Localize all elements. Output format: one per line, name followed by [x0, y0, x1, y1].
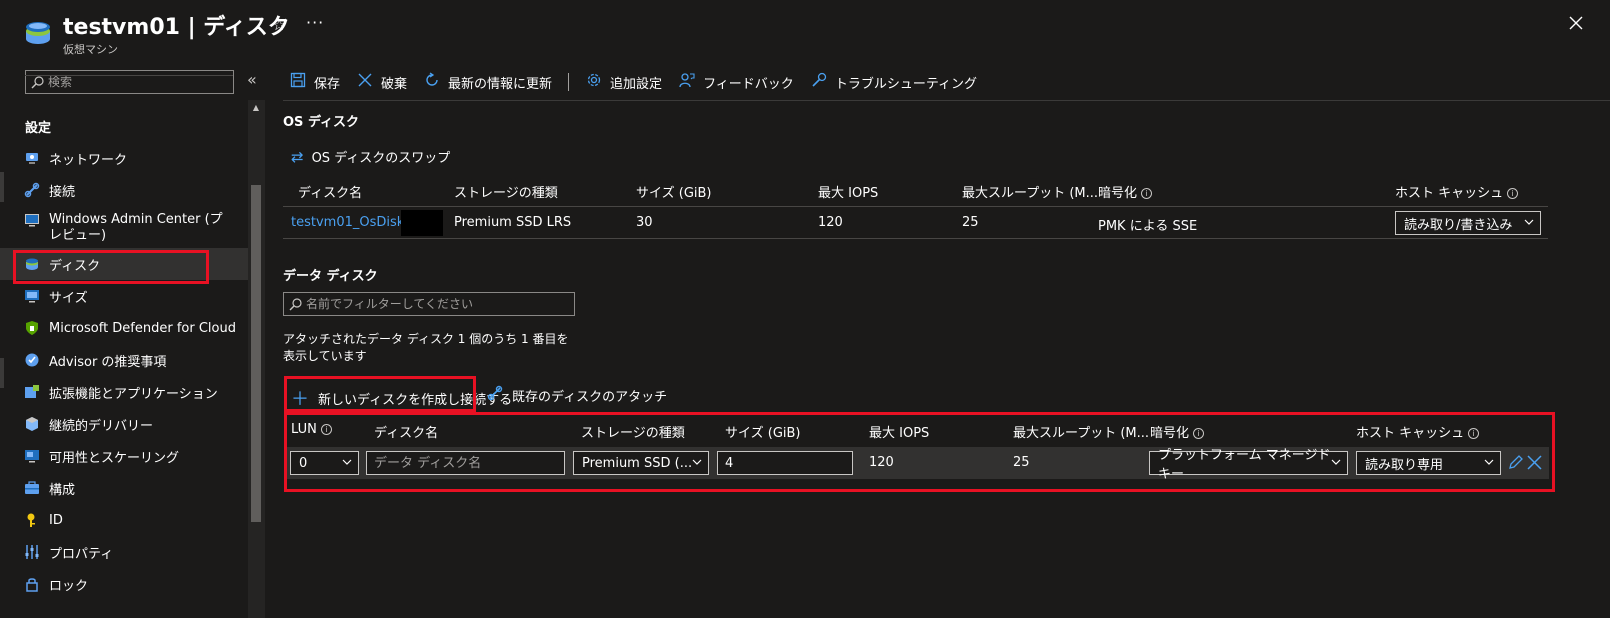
sidebar-item-locks[interactable]: ロック	[0, 568, 248, 600]
save-button[interactable]: 保存	[289, 72, 340, 92]
refresh-button[interactable]: 最新の情報に更新	[423, 72, 552, 92]
toolbar-divider-line	[283, 100, 1610, 101]
collapse-icon[interactable]: «	[247, 70, 257, 89]
sidebar-item-size[interactable]: サイズ	[0, 280, 248, 312]
sidebar: « 設定 ネットワーク 接続 Windows Admin Center (プレビ…	[0, 62, 265, 618]
col-header-storage-type: ストレージの種類	[454, 186, 558, 201]
data-disk-filter[interactable]	[283, 292, 575, 316]
redaction-block	[401, 210, 443, 236]
blade-header: testvm01 | ディスク 仮想マシン ☆ ···	[0, 0, 1610, 62]
swap-icon: ⇄	[291, 147, 304, 166]
lock-icon	[24, 576, 40, 592]
os-disk-encryption: PMK による SSE	[1098, 219, 1198, 234]
link-icon	[487, 385, 503, 406]
sidebar-item-availability[interactable]: 可用性とスケーリング	[0, 440, 248, 472]
os-disk-storage: Premium SSD LRS	[454, 215, 572, 230]
section-divider	[25, 75, 233, 76]
col-header-encryption: 暗号化 i	[1098, 182, 1153, 201]
col-header-max-iops: 最大 IOPS	[818, 186, 879, 201]
sidebar-nav: ネットワーク 接続 Windows Admin Center (プレビュー) デ…	[0, 142, 248, 600]
sidebar-item-extensions[interactable]: 拡張機能とアプリケーション	[0, 376, 248, 408]
data-disk-heading: データ ディスク	[283, 269, 378, 284]
star-icon[interactable]: ☆	[272, 15, 286, 34]
search-icon	[31, 75, 44, 88]
defender-icon	[24, 320, 40, 336]
feedback-button[interactable]: フィードバック	[678, 72, 794, 92]
highlight-box-disks	[13, 250, 209, 284]
highlight-box-create	[284, 376, 476, 412]
refresh-icon	[423, 72, 441, 92]
col-header-disk-name: ディスク名	[298, 186, 363, 201]
edge-marker	[0, 358, 4, 388]
additional-settings-button[interactable]: 追加設定	[585, 72, 662, 92]
save-icon	[289, 72, 307, 92]
swap-os-disk-button[interactable]: ⇄ OS ディスクのスワップ	[291, 147, 450, 167]
properties-icon	[24, 544, 40, 560]
table-divider	[283, 238, 1548, 239]
network-icon	[24, 150, 40, 166]
delivery-icon	[24, 416, 40, 432]
sidebar-item-admin-center[interactable]: Windows Admin Center (プレビュー)	[0, 206, 248, 248]
identity-icon	[24, 512, 40, 528]
discard-icon	[356, 72, 374, 92]
sidebar-item-configuration[interactable]: 構成	[0, 472, 248, 504]
page-subtitle: 仮想マシン	[63, 43, 118, 56]
wrench-icon	[810, 72, 828, 92]
sidebar-search[interactable]	[25, 70, 234, 94]
info-icon[interactable]: i	[1141, 188, 1153, 199]
extensions-icon	[24, 384, 40, 400]
sidebar-item-connect[interactable]: 接続	[0, 174, 248, 206]
attach-existing-disk-button[interactable]: 既存のディスクのアタッチ	[487, 385, 667, 406]
table-divider	[283, 206, 1548, 207]
filter-input[interactable]	[306, 297, 476, 311]
admin-center-icon	[24, 212, 40, 228]
info-icon[interactable]: i	[1507, 188, 1519, 199]
os-host-cache-dropdown[interactable]: 読み取り/書き込み	[1395, 211, 1541, 235]
sidebar-item-identity[interactable]: ID	[0, 504, 248, 536]
vm-icon	[26, 22, 50, 44]
os-disk-iops: 120	[818, 215, 843, 230]
search-input[interactable]	[48, 75, 218, 89]
col-header-size: サイズ (GiB)	[636, 186, 712, 201]
close-icon[interactable]	[1567, 14, 1585, 32]
sidebar-item-properties[interactable]: プロパティ	[0, 536, 248, 568]
gear-icon	[585, 72, 603, 92]
section-heading-settings: 設定	[25, 121, 52, 136]
scroll-up-arrow-icon[interactable]: ▲	[250, 103, 262, 113]
page-title: testvm01 | ディスク	[63, 15, 290, 40]
edge-marker	[0, 172, 4, 202]
chevron-down-icon	[1524, 219, 1534, 225]
command-bar: 保存 破棄 最新の情報に更新 追加設定 フィードバック トラブルシューティング	[289, 70, 993, 94]
col-header-host-cache: ホスト キャッシュ i	[1395, 182, 1519, 201]
sidebar-item-delivery[interactable]: 継続的デリバリー	[0, 408, 248, 440]
availability-icon	[24, 448, 40, 464]
search-icon	[289, 297, 302, 310]
highlight-box-data-disk-table	[284, 412, 1555, 492]
discard-button[interactable]: 破棄	[356, 72, 407, 92]
more-icon[interactable]: ···	[306, 13, 324, 32]
sidebar-item-defender[interactable]: Microsoft Defender for Cloud	[0, 312, 248, 344]
advisor-icon	[24, 352, 40, 368]
configuration-icon	[24, 480, 40, 496]
os-disk-heading: OS ディスク	[283, 115, 360, 130]
sidebar-item-network[interactable]: ネットワーク	[0, 142, 248, 174]
toolbar-divider	[568, 73, 570, 91]
sidebar-item-advisor[interactable]: Advisor の推奨事項	[0, 344, 248, 376]
connect-icon	[24, 182, 40, 198]
size-icon	[24, 288, 40, 304]
col-header-max-throughput: 最大スループット (M...	[962, 186, 1099, 201]
troubleshoot-button[interactable]: トラブルシューティング	[810, 72, 977, 92]
os-disk-size: 30	[636, 215, 653, 230]
sidebar-scroll-thumb[interactable]	[251, 185, 261, 522]
feedback-icon	[678, 72, 696, 92]
os-disk-throughput: 25	[962, 215, 979, 230]
data-disk-count: アタッチされたデータ ディスク 1 個のうち 1 番目を表示しています	[283, 332, 569, 363]
